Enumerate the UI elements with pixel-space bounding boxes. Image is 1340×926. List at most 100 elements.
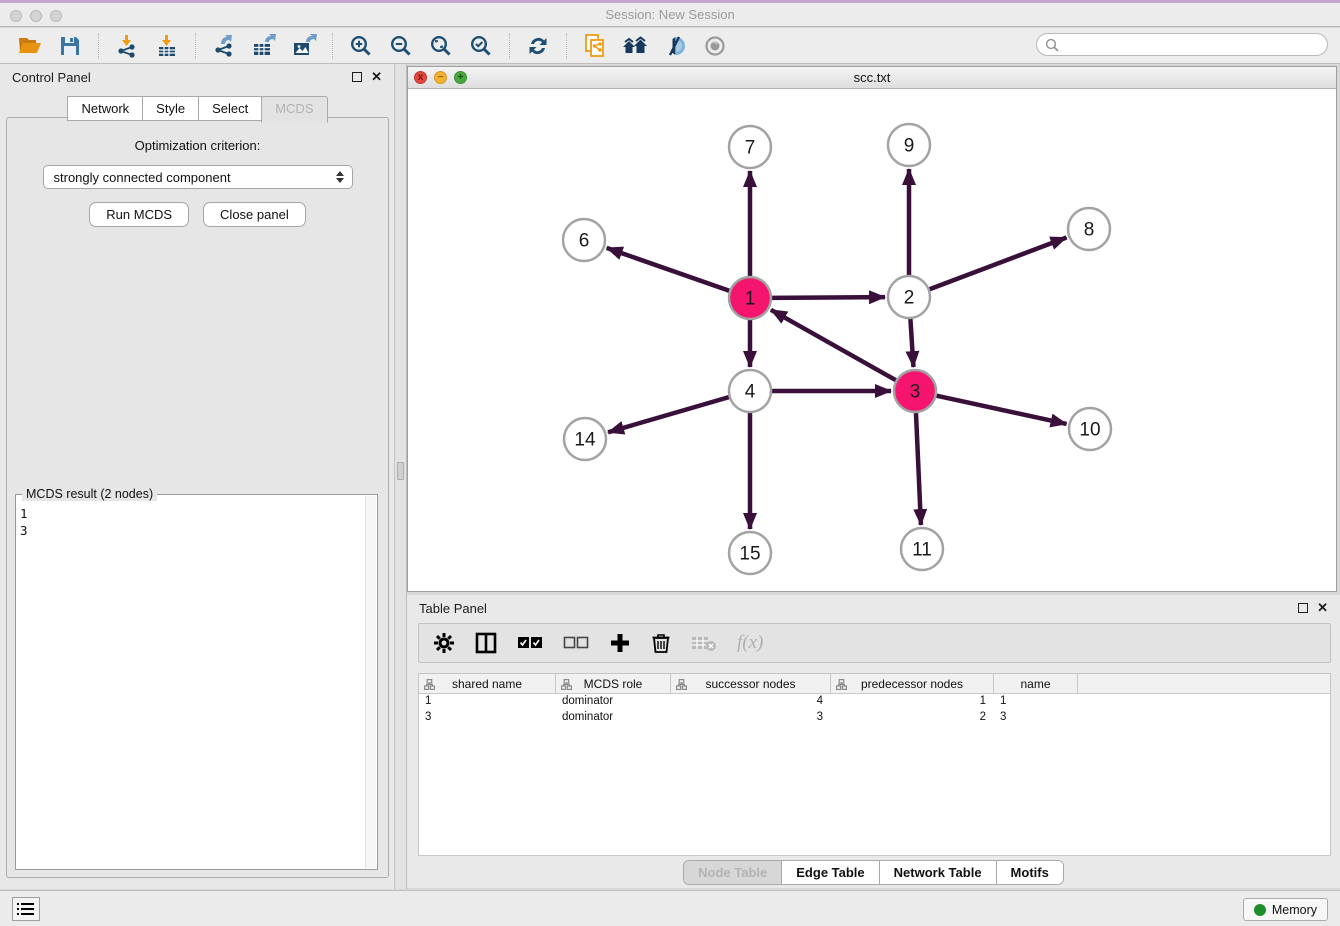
graph-node-10[interactable]: 10: [1069, 408, 1111, 450]
show-graphics-details-icon[interactable]: [695, 31, 735, 61]
search-input[interactable]: [1064, 38, 1327, 52]
search-field[interactable]: [1036, 33, 1328, 56]
run-mcds-button[interactable]: Run MCDS: [89, 202, 189, 227]
tab-motifs[interactable]: Motifs: [997, 861, 1063, 884]
table-body: 1dominator4113dominator323: [419, 694, 1330, 726]
export-image-icon[interactable]: [284, 31, 324, 61]
panel-splitter[interactable]: [394, 64, 407, 889]
svg-text:2: 2: [904, 288, 915, 309]
graph-node-3[interactable]: 3: [894, 370, 936, 412]
float-panel-icon[interactable]: [1298, 603, 1308, 613]
edge-3-1[interactable]: [771, 310, 896, 380]
tab-network-table[interactable]: Network Table: [880, 861, 997, 884]
graph-node-9[interactable]: 9: [888, 124, 930, 166]
column-header-MCDS-role[interactable]: MCDS role: [556, 674, 671, 693]
float-panel-icon[interactable]: [352, 72, 362, 82]
tab-node-table[interactable]: Node Table: [684, 861, 782, 884]
column-header-successor-nodes[interactable]: successor nodes: [671, 674, 831, 693]
close-panel-icon[interactable]: ✕: [1317, 603, 1328, 613]
graph-node-4[interactable]: 4: [729, 370, 771, 412]
table-cell[interactable]: dominator: [556, 710, 671, 726]
unselect-all-columns-icon[interactable]: [563, 636, 589, 650]
export-table-icon[interactable]: [244, 31, 284, 61]
splitter-grip[interactable]: [397, 462, 404, 480]
clone-network-icon[interactable]: [575, 31, 615, 61]
edge-4-14[interactable]: [608, 397, 729, 432]
select-all-columns-icon[interactable]: [517, 636, 543, 650]
zoom-selected-icon[interactable]: [461, 31, 501, 61]
zoom-fit-icon[interactable]: [421, 31, 461, 61]
delete-column-trash-icon[interactable]: [651, 632, 671, 654]
svg-text:4: 4: [745, 382, 756, 403]
tab-network[interactable]: Network: [67, 96, 143, 121]
export-network-icon[interactable]: [204, 31, 244, 61]
tab-select[interactable]: Select: [198, 96, 262, 121]
network-canvas[interactable]: 1 2 3 4 6 7 8 9 10 11 14 15: [408, 89, 1336, 591]
svg-text:11: 11: [912, 540, 932, 561]
task-history-button[interactable]: [12, 897, 40, 921]
refresh-icon[interactable]: [518, 31, 558, 61]
table-panel-title: Table Panel: [419, 601, 487, 616]
table-cell[interactable]: dominator: [556, 694, 671, 710]
column-header-shared-name[interactable]: shared name: [419, 674, 556, 693]
table-cell[interactable]: 4: [671, 694, 831, 710]
toolbar-separator: [98, 33, 99, 59]
column-header-predecessor-nodes[interactable]: predecessor nodes: [831, 674, 994, 693]
memory-button[interactable]: Memory: [1243, 898, 1328, 921]
result-scrollbar[interactable]: [365, 496, 376, 868]
table-cell[interactable]: 1: [419, 694, 556, 710]
hide-graphics-details-icon[interactable]: [655, 31, 695, 61]
svg-text:14: 14: [574, 430, 596, 451]
memory-label: Memory: [1272, 903, 1317, 917]
table-row[interactable]: 1dominator411: [419, 694, 1330, 710]
import-network-icon[interactable]: [107, 31, 147, 61]
network-graph[interactable]: 1 2 3 4 6 7 8 9 10 11 14 15: [408, 89, 1336, 592]
svg-text:15: 15: [739, 544, 760, 565]
edge-3-11[interactable]: [916, 413, 921, 525]
import-table-icon[interactable]: [147, 31, 187, 61]
edge-2-3[interactable]: [910, 319, 913, 367]
table-cell[interactable]: 3: [994, 710, 1078, 726]
network-overview-icon[interactable]: [615, 31, 655, 61]
delete-table-icon: [691, 634, 717, 652]
graph-node-6[interactable]: 6: [563, 219, 605, 261]
edge-1-2[interactable]: [772, 297, 885, 298]
table-cell[interactable]: 1: [831, 694, 994, 710]
zoom-out-icon[interactable]: [381, 31, 421, 61]
tab-style[interactable]: Style: [142, 96, 199, 121]
zoom-in-icon[interactable]: [341, 31, 381, 61]
table-options-gear-icon[interactable]: [433, 632, 455, 654]
optimization-criterion-select[interactable]: strongly connected component: [43, 165, 353, 189]
tab-edge-table[interactable]: Edge Table: [782, 861, 879, 884]
table-panel-header: Table Panel ✕: [407, 595, 1340, 621]
table-row[interactable]: 3dominator323: [419, 710, 1330, 726]
network-window-titlebar[interactable]: x − + scc.txt: [408, 67, 1336, 89]
control-panel-header: Control Panel ✕: [0, 64, 394, 90]
edge-3-10[interactable]: [936, 396, 1066, 424]
edge-1-6[interactable]: [607, 248, 730, 291]
table-cell[interactable]: 2: [831, 710, 994, 726]
edge-2-8[interactable]: [930, 237, 1067, 289]
create-column-plus-icon[interactable]: [609, 632, 631, 654]
mcds-result-text[interactable]: 1 3: [20, 505, 363, 867]
graph-node-1[interactable]: 1: [729, 277, 771, 319]
tab-mcds[interactable]: MCDS: [261, 96, 327, 123]
graph-node-7[interactable]: 7: [729, 126, 771, 168]
graph-node-8[interactable]: 8: [1068, 208, 1110, 250]
svg-text:1: 1: [745, 289, 756, 310]
table-cell[interactable]: 3: [671, 710, 831, 726]
table-cell[interactable]: 3: [419, 710, 556, 726]
svg-text:3: 3: [910, 382, 921, 403]
graph-node-2[interactable]: 2: [888, 276, 930, 318]
open-file-icon[interactable]: [10, 31, 50, 61]
graph-node-15[interactable]: 15: [729, 532, 771, 574]
column-header-name[interactable]: name: [994, 674, 1078, 693]
table-cell[interactable]: 1: [994, 694, 1078, 710]
show-column-panel-icon[interactable]: [475, 632, 497, 654]
save-session-icon[interactable]: [50, 31, 90, 61]
graph-node-14[interactable]: 14: [564, 418, 606, 460]
graph-node-11[interactable]: 11: [901, 528, 943, 570]
close-panel-button[interactable]: Close panel: [203, 202, 306, 227]
close-panel-icon[interactable]: ✕: [371, 72, 382, 82]
toolbar-separator: [195, 33, 196, 59]
